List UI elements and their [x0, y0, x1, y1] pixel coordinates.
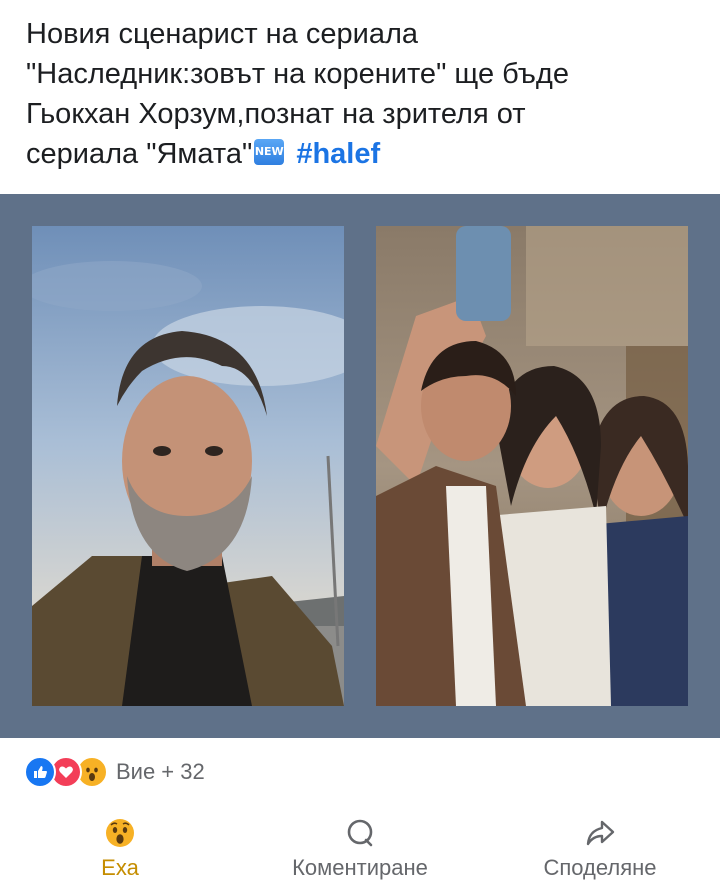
reaction-icons	[24, 756, 108, 788]
share-arrow-icon	[582, 815, 618, 851]
media-panel	[0, 194, 720, 738]
share-button[interactable]: Споделяне	[490, 815, 710, 881]
react-button[interactable]: Еха	[10, 815, 230, 881]
photo-man-selfie[interactable]	[32, 226, 344, 706]
share-label: Споделяне	[543, 855, 657, 880]
comment-bubble-icon	[342, 815, 378, 851]
post-text-last-line: сериала "Ямата" NEW #halef	[26, 134, 706, 174]
post-text-line: Новия сценарист на сериала	[26, 18, 418, 50]
post-text-line: Гьокхан Хорзум,познат на зрителя от	[26, 98, 526, 130]
action-bar: Еха Коментиране Споделяне	[0, 812, 720, 884]
reaction-count: Вие + 32	[116, 759, 205, 784]
comment-button[interactable]: Коментиране	[250, 815, 470, 881]
comment-label: Коментиране	[292, 855, 428, 880]
wow-emoji-icon	[102, 815, 138, 851]
photo-group-selfie[interactable]	[376, 226, 688, 706]
reactions-summary[interactable]: Вие + 32	[24, 756, 205, 788]
post-text-line: сериала "Ямата"	[26, 138, 253, 170]
post-text: Новия сценарист на сериала "Наследник:зо…	[26, 14, 706, 174]
like-icon	[24, 756, 56, 788]
new-emoji-icon: NEW	[254, 139, 285, 166]
hashtag-link[interactable]: #halef	[296, 138, 380, 170]
post-text-line: "Наследник:зовът на корените" ще бъде	[26, 58, 569, 90]
react-label: Еха	[101, 855, 139, 880]
